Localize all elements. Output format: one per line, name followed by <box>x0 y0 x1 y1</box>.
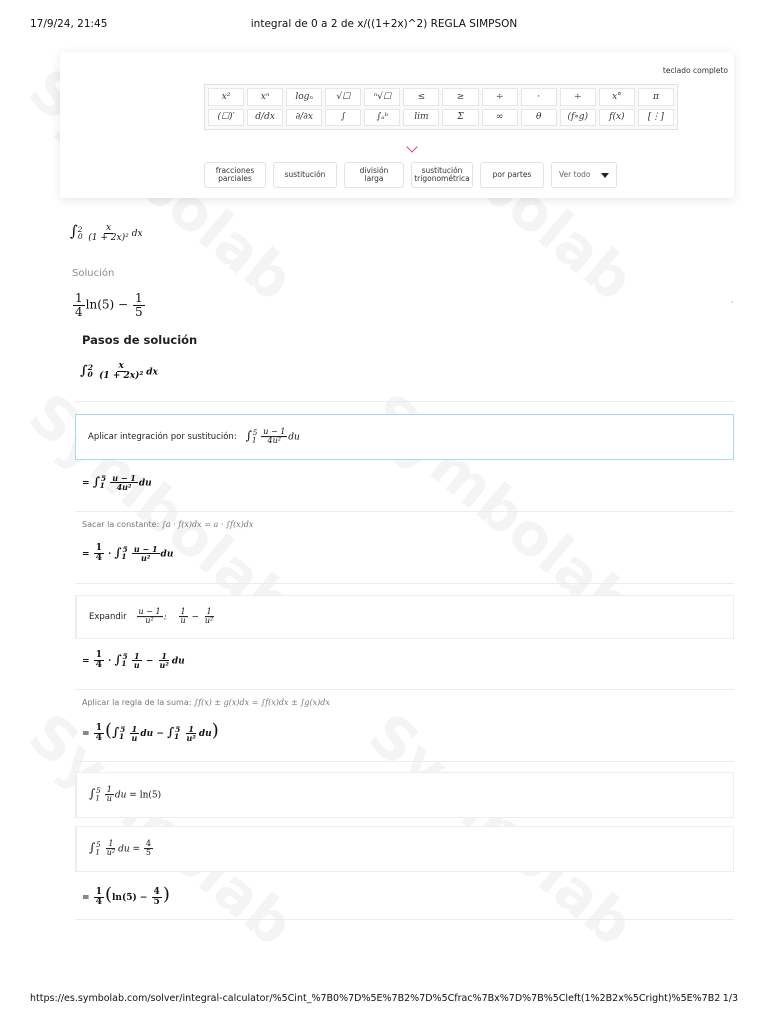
chevron-down-icon[interactable] <box>406 141 418 153</box>
key-leq[interactable]: ≤ <box>403 88 440 106</box>
step-constant-formula: ∫a · f(x)dx = a · ∫f(x)dx <box>161 520 254 529</box>
step-sum-rule: Aplicar la regla de la suma: ∫f(x) ± g(x… <box>82 698 330 707</box>
step-constant-result: = 14 · ∫15 u − 1 u² du <box>82 543 174 564</box>
step-expand-result: = 14 · ∫15 1u − 1 u² du <box>82 650 185 671</box>
tab-by-parts[interactable]: por partes <box>480 162 544 188</box>
tab-long-division[interactable]: división larga <box>344 162 404 188</box>
tab-substitution[interactable]: sustitución <box>273 162 337 188</box>
full-keyboard-link[interactable]: teclado completo <box>663 66 728 75</box>
step-constant-label: Sacar la constante: <box>82 520 160 529</box>
caret-down-icon <box>601 172 609 178</box>
step-expand[interactable]: Expandir u − 1 u²: 1u − 1 u² <box>75 595 734 639</box>
upper-limit: 2 <box>77 225 83 234</box>
differential: dx <box>131 229 143 239</box>
key-geq[interactable]: ≥ <box>442 88 479 106</box>
separator <box>75 689 734 690</box>
integral-ln-value: ln(5) <box>139 790 162 801</box>
key-composition[interactable]: (f∘g) <box>559 108 596 126</box>
step-substitution-result: = ∫15 u − 1 4u² du <box>82 473 152 493</box>
separator <box>75 919 734 920</box>
key-limit[interactable]: lim <box>403 108 440 126</box>
see-all-value: Ver todo <box>559 170 591 179</box>
step-sum-result: = 1 4 (∫15 1 u du − ∫15 1 u² du) <box>82 720 219 743</box>
print-title: integral de 0 a 2 de x/((1+2x)^2) REGLA … <box>250 18 518 30</box>
key-dot[interactable]: · <box>520 88 557 106</box>
print-header: 17/9/24, 21:45 integral de 0 a 2 de x/((… <box>30 18 738 34</box>
step-sum-label: Aplicar la regla de la suma: <box>82 698 192 707</box>
solution-ln: ln(5) <box>85 297 115 312</box>
method-tabs: fracciones parciales sustitución divisió… <box>204 162 617 188</box>
more-options[interactable]: · <box>731 298 734 307</box>
solution-value: 1 4 ln(5) − 15 <box>73 291 145 319</box>
key-definite-integral[interactable]: ∫ₐᵇ <box>364 108 401 126</box>
step-constant-rule: Sacar la constante: ∫a · f(x)dx = a · ∫f… <box>82 520 253 529</box>
key-square[interactable]: x² <box>208 88 245 106</box>
step-integral-ln[interactable]: ∫15 1 u du = ln(5) <box>75 772 734 818</box>
keyboard-keys: x² xⁿ logₙ √☐ ⁿ√☐ ≤ ≥ ÷ · ÷ x° π (☐)′ d/… <box>204 84 678 130</box>
final-step-result: = 1 4 (ln(5) − 4 5) <box>82 884 170 907</box>
separator <box>75 511 734 512</box>
tab-trig-substitution[interactable]: sustitución trigonométrica <box>411 162 473 188</box>
key-integral[interactable]: ∫ <box>325 108 362 126</box>
denominator: (1 + 2x)² <box>88 233 129 243</box>
key-pi[interactable]: π <box>637 88 674 106</box>
solution-label: Solución <box>72 268 115 279</box>
step-substitution[interactable]: Aplicar integración por sustitución: ∫15… <box>75 414 734 460</box>
key-degree[interactable]: x° <box>598 88 635 106</box>
key-power[interactable]: xⁿ <box>247 88 284 106</box>
separator <box>75 761 734 762</box>
steps-title: Pasos de solución <box>82 333 198 347</box>
step-start-expression: ∫02 x (1 + 2x)² dx <box>80 361 158 382</box>
key-prime[interactable]: (☐)′ <box>208 108 245 126</box>
see-all-select[interactable]: Ver todo <box>551 162 617 188</box>
step-substitution-label: Aplicar integración por sustitución: <box>88 432 237 443</box>
key-matrix[interactable]: [⋮] <box>637 108 674 126</box>
key-sqrt[interactable]: √☐ <box>325 88 362 106</box>
separator <box>75 583 734 584</box>
separator <box>75 401 734 402</box>
tab-partial-fractions[interactable]: fracciones parciales <box>204 162 266 188</box>
step-expand-label: Expandir <box>89 612 127 623</box>
step-integral-fraction[interactable]: ∫15 1 u² du = 45 <box>75 826 734 872</box>
page-url: https://es.symbolab.com/solver/integral-… <box>30 993 720 1004</box>
key-sum[interactable]: Σ <box>442 108 479 126</box>
key-theta[interactable]: θ <box>520 108 557 126</box>
math-keyboard: teclado completo x² xⁿ logₙ √☐ ⁿ√☐ ≤ ≥ ÷… <box>60 52 734 198</box>
key-fraction[interactable]: ÷ <box>481 88 518 106</box>
key-partial[interactable]: ∂/∂x <box>286 108 323 126</box>
problem-expression: ∫02 x (1 + 2x)² dx <box>70 222 143 243</box>
key-infinity[interactable]: ∞ <box>481 108 518 126</box>
key-nroot[interactable]: ⁿ√☐ <box>364 88 401 106</box>
step-sum-formula: ∫f(x) ± g(x)dx = ∫f(x)dx ± ∫g(x)dx <box>193 698 330 707</box>
key-derivative[interactable]: d/dx <box>247 108 284 126</box>
key-divide[interactable]: ÷ <box>559 88 596 106</box>
key-log[interactable]: logₙ <box>286 88 323 106</box>
page-number: 1/3 <box>722 993 738 1004</box>
key-function[interactable]: f(x) <box>598 108 635 126</box>
